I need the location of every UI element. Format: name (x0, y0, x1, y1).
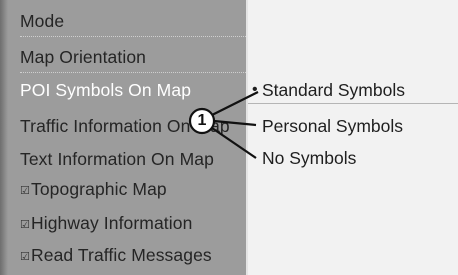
checkbox-checked-icon[interactable]: ☑ (20, 210, 30, 238)
menu-item-text-information-on-map[interactable]: Text Information On Map (20, 144, 246, 174)
menu-item-poi-symbols-on-map[interactable]: POI Symbols On Map (20, 75, 246, 105)
menu-item-label: POI Symbols On Map (20, 80, 192, 100)
menu-item-topographic-map[interactable]: ☑Topographic Map (19, 174, 245, 204)
selection-divider-line (248, 103, 458, 104)
map-settings-menu: Mode Map Orientation POI Symbols On Map … (0, 0, 246, 275)
option-standard-symbols[interactable]: • Standard Symbols (252, 75, 405, 105)
selected-bullet-icon: • (252, 81, 258, 98)
option-label: Standard Symbols (262, 80, 405, 100)
menu-item-read-traffic-messages[interactable]: ☑Read Traffic Messages (19, 240, 245, 270)
callout-number: 1 (197, 112, 207, 129)
poi-symbols-options-panel: • Standard Symbols Personal Symbols No S… (248, 0, 458, 275)
option-personal-symbols[interactable]: Personal Symbols (262, 111, 403, 141)
navigation-map-settings-screen: Mode Map Orientation POI Symbols On Map … (0, 0, 458, 275)
menu-item-label: Map Orientation (20, 47, 147, 67)
menu-item-label: Text Information On Map (20, 149, 214, 169)
menu-item-label: Read Traffic Messages (31, 245, 212, 265)
menu-item-label: Mode (20, 11, 65, 31)
menu-item-label: Highway Information (31, 213, 193, 233)
checkbox-checked-icon[interactable]: ☑ (20, 242, 30, 270)
menu-item-highway-information[interactable]: ☑Highway Information (19, 208, 245, 238)
menu-item-label: Topographic Map (31, 179, 167, 199)
option-label: Personal Symbols (262, 116, 404, 136)
checkbox-checked-icon[interactable]: ☑ (20, 176, 30, 204)
option-label: No Symbols (262, 148, 357, 168)
option-no-symbols[interactable]: No Symbols (262, 143, 356, 173)
menu-item-map-orientation[interactable]: Map Orientation (20, 42, 246, 73)
menu-item-mode[interactable]: Mode (20, 6, 246, 37)
